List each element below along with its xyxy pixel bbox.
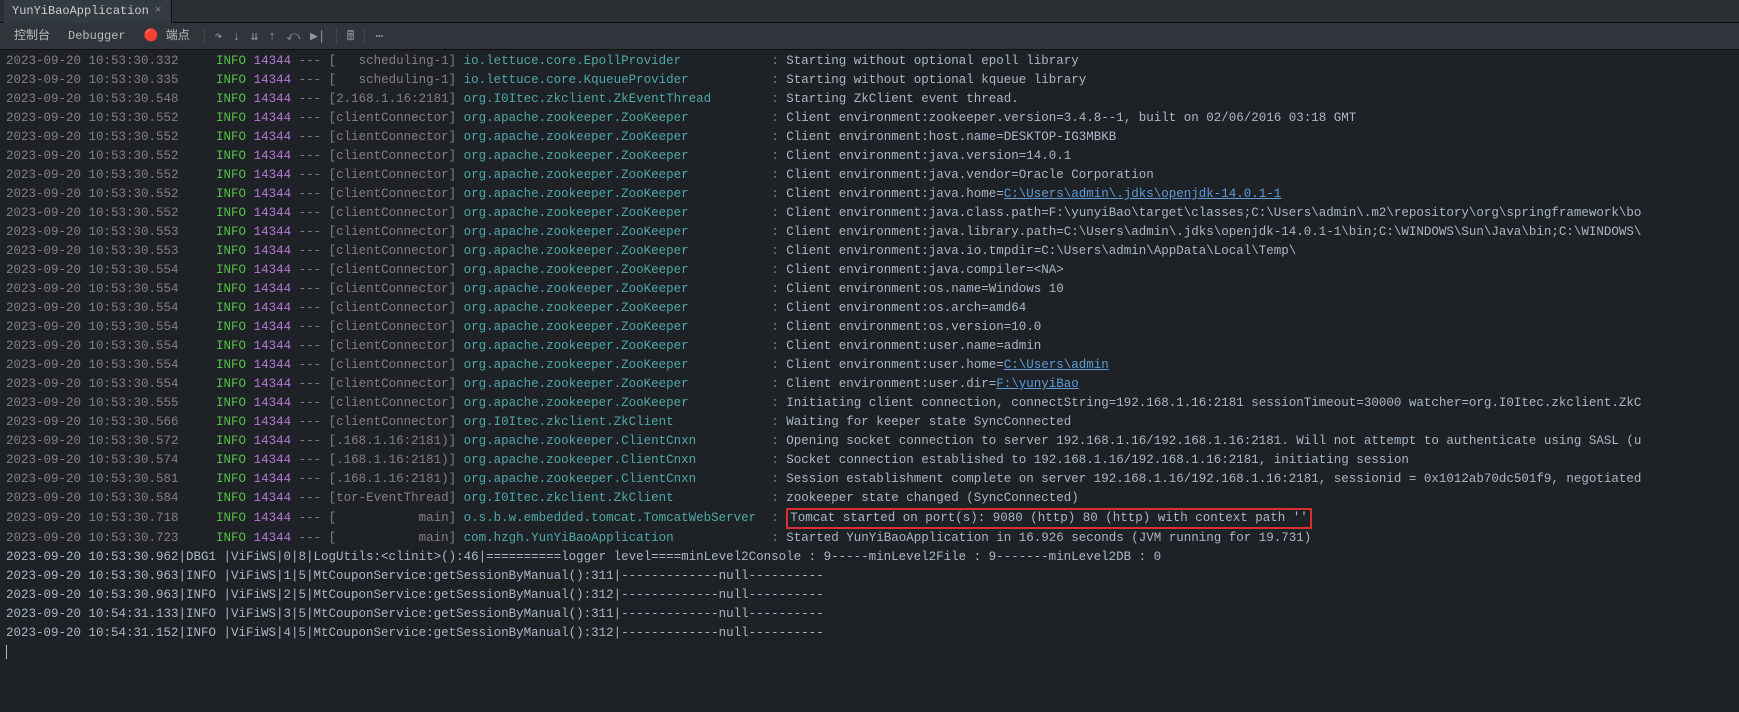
log-line: 2023-09-20 10:53:30.581 INFO 14344 --- [… <box>6 470 1739 489</box>
toolbar-separator <box>364 28 365 44</box>
toolbar-separator <box>204 28 205 44</box>
log-line: 2023-09-20 10:53:30.552 INFO 14344 --- [… <box>6 147 1739 166</box>
run-to-cursor-icon[interactable]: ▶| <box>306 25 330 48</box>
input-caret[interactable] <box>6 645 7 659</box>
log-line: 2023-09-20 10:53:30.335 INFO 14344 --- [… <box>6 71 1739 90</box>
tab-breakpoints[interactable]: 🔴 端点 <box>136 25 198 48</box>
log-line: 2023-09-20 10:53:30.332 INFO 14344 --- [… <box>6 52 1739 71</box>
evaluate-icon[interactable]: 🖩 <box>343 25 359 48</box>
more-icon[interactable]: ⋯ <box>371 25 387 48</box>
log-line: 2023-09-20 10:53:30.553 INFO 14344 --- [… <box>6 223 1739 242</box>
log-line: 2023-09-20 10:53:30.554 INFO 14344 --- [… <box>6 261 1739 280</box>
log-line: 2023-09-20 10:53:30.552 INFO 14344 --- [… <box>6 128 1739 147</box>
log-line: 2023-09-20 10:54:31.133|INFO |ViFiWS|3|5… <box>6 605 1739 624</box>
log-line: 2023-09-20 10:53:30.572 INFO 14344 --- [… <box>6 432 1739 451</box>
toolbar-separator <box>336 28 337 44</box>
step-into-icon[interactable]: ↓ <box>229 25 245 48</box>
log-line: 2023-09-20 10:53:30.552 INFO 14344 --- [… <box>6 204 1739 223</box>
log-line: 2023-09-20 10:53:30.552 INFO 14344 --- [… <box>6 185 1739 204</box>
path-link[interactable]: F:\yunyiBao <box>996 377 1079 391</box>
log-line: 2023-09-20 10:53:30.555 INFO 14344 --- [… <box>6 394 1739 413</box>
path-link[interactable]: C:\Users\admin <box>1004 358 1109 372</box>
close-icon[interactable]: × <box>155 2 162 21</box>
step-over-icon[interactable]: ↷ <box>211 25 227 48</box>
log-line: 2023-09-20 10:53:30.584 INFO 14344 --- [… <box>6 489 1739 508</box>
log-line: 2023-09-20 10:53:30.548 INFO 14344 --- [… <box>6 90 1739 109</box>
debug-toolbar: 控制台 Debugger 🔴 端点 ↷ ↓ ⇊ ↑ ⤺ ▶| 🖩 ⋯ <box>0 23 1739 50</box>
path-link[interactable]: C:\Users\admin\.jdks\openjdk-14.0.1-1 <box>1004 187 1282 201</box>
log-line: 2023-09-20 10:53:30.566 INFO 14344 --- [… <box>6 413 1739 432</box>
log-line: 2023-09-20 10:53:30.962|DBG1 |ViFiWS|0|8… <box>6 548 1739 567</box>
log-line: 2023-09-20 10:53:30.963|INFO |ViFiWS|1|5… <box>6 567 1739 586</box>
log-line: 2023-09-20 10:53:30.554 INFO 14344 --- [… <box>6 375 1739 394</box>
step-out-icon[interactable]: ↑ <box>264 25 280 48</box>
log-line: 2023-09-20 10:53:30.574 INFO 14344 --- [… <box>6 451 1739 470</box>
log-line: 2023-09-20 10:53:30.552 INFO 14344 --- [… <box>6 166 1739 185</box>
log-line: 2023-09-20 10:53:30.723 INFO 14344 --- [… <box>6 529 1739 548</box>
log-line: 2023-09-20 10:53:30.554 INFO 14344 --- [… <box>6 280 1739 299</box>
log-line: 2023-09-20 10:54:31.152|INFO |ViFiWS|4|5… <box>6 624 1739 643</box>
log-line: 2023-09-20 10:53:30.718 INFO 14344 --- [… <box>6 508 1739 529</box>
log-line: 2023-09-20 10:53:30.554 INFO 14344 --- [… <box>6 356 1739 375</box>
tab-console[interactable]: 控制台 <box>6 25 58 48</box>
log-line: 2023-09-20 10:53:30.552 INFO 14344 --- [… <box>6 109 1739 128</box>
run-tab-active[interactable]: YunYiBaoApplication × <box>4 0 172 23</box>
log-line: 2023-09-20 10:53:30.554 INFO 14344 --- [… <box>6 337 1739 356</box>
console-output[interactable]: 2023-09-20 10:53:30.332 INFO 14344 --- [… <box>0 50 1739 662</box>
force-step-into-icon[interactable]: ⇊ <box>246 25 262 48</box>
tab-debugger[interactable]: Debugger <box>60 25 134 48</box>
highlighted-log: Tomcat started on port(s): 9080 (http) 8… <box>786 508 1312 529</box>
run-tab-bar: YunYiBaoApplication × <box>0 0 1739 23</box>
log-line: 2023-09-20 10:53:30.554 INFO 14344 --- [… <box>6 299 1739 318</box>
log-line: 2023-09-20 10:53:30.963|INFO |ViFiWS|2|5… <box>6 586 1739 605</box>
log-line: 2023-09-20 10:53:30.554 INFO 14344 --- [… <box>6 318 1739 337</box>
log-line: 2023-09-20 10:53:30.553 INFO 14344 --- [… <box>6 242 1739 261</box>
tab-title: YunYiBaoApplication <box>12 2 149 21</box>
drop-frame-icon[interactable]: ⤺ <box>282 25 304 48</box>
